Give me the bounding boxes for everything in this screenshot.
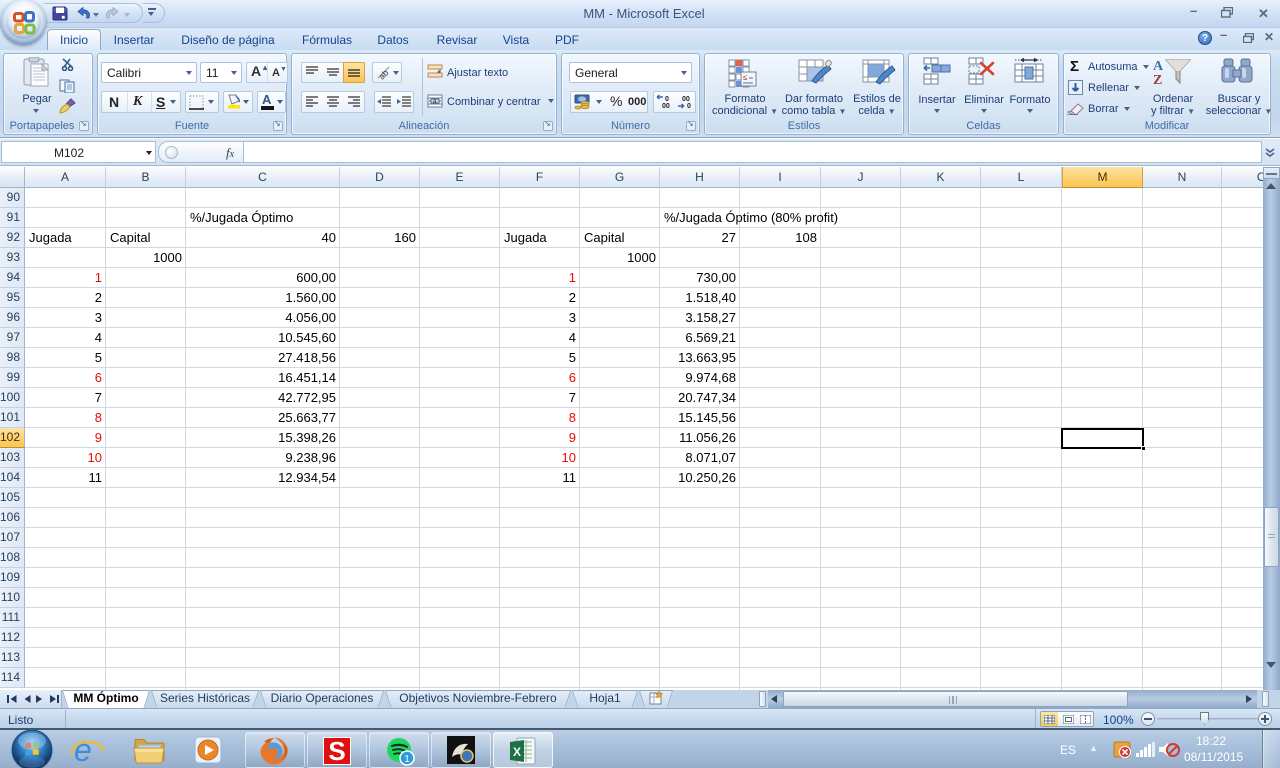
svg-text:00: 00	[682, 96, 690, 103]
svg-text:ab: ab	[377, 67, 391, 81]
svg-text:Z: Z	[1153, 73, 1162, 87]
svg-text:X: X	[513, 745, 521, 759]
svg-text:0: 0	[687, 103, 691, 110]
svg-text:00: 00	[662, 103, 670, 110]
svg-text:e: e	[74, 733, 92, 767]
svg-text:A: A	[1153, 59, 1164, 74]
svg-text:S: S	[328, 736, 345, 766]
svg-text:≤: ≤	[743, 73, 748, 82]
svg-text:0: 0	[665, 96, 669, 103]
svg-text:1: 1	[404, 754, 410, 765]
